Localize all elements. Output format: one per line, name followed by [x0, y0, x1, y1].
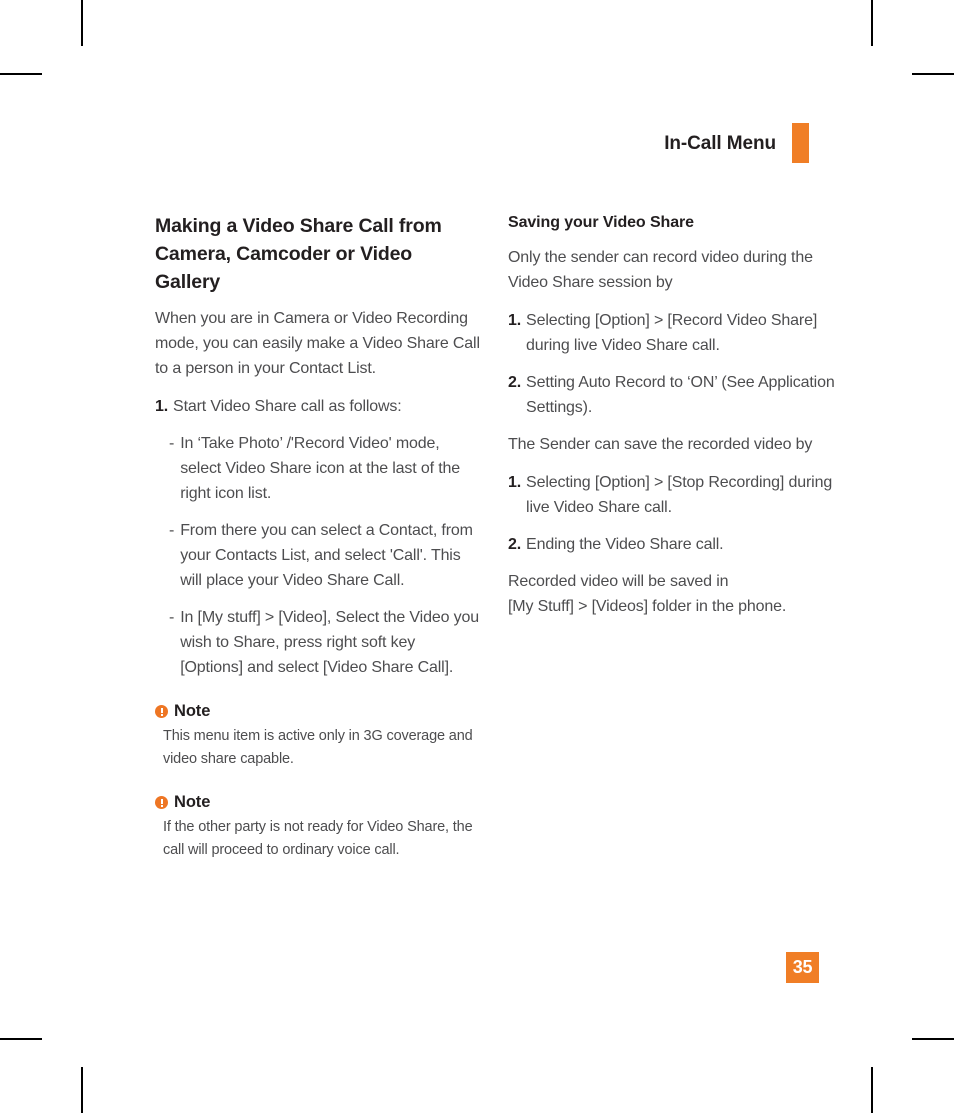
- dash-marker: -: [169, 609, 175, 626]
- step-text: Selecting [Option] > [Record Video Share…: [526, 312, 818, 354]
- dash-marker: -: [169, 522, 175, 539]
- page-number-badge: 35: [786, 952, 819, 983]
- exclamation-circle-icon: [155, 705, 168, 718]
- crop-mark-bottom-left-horizontal: [0, 1038, 42, 1040]
- exclamation-circle-icon: [155, 796, 168, 809]
- closing-paragraph: Recorded video will be saved in [My Stuf…: [508, 569, 835, 619]
- body-columns: Making a Video Share Call from Camera, C…: [155, 212, 835, 862]
- step-text: Selecting [Option] > [Stop Recording] du…: [526, 474, 833, 516]
- left-sub-item-1: - In ‘Take Photo’ /'Record Video' mode, …: [155, 431, 482, 506]
- record-step-1: 1. Selecting [Option] > [Record Video Sh…: [508, 308, 835, 358]
- step-text: Setting Auto Record to ‘ON’ (See Applica…: [526, 374, 835, 416]
- note-title: Note: [174, 793, 211, 811]
- right-column: Saving your Video Share Only the sender …: [508, 212, 835, 862]
- left-column: Making a Video Share Call from Camera, C…: [155, 212, 482, 862]
- crop-mark-top-left-horizontal: [0, 73, 42, 75]
- note-block-2: Note If the other party is not ready for…: [155, 793, 482, 862]
- note-block-1: Note This menu item is active only in 3G…: [155, 702, 482, 771]
- step-text: Start Video Share call as follows:: [173, 398, 402, 415]
- step-marker: 1.: [155, 398, 169, 415]
- step-marker: 1.: [508, 474, 522, 491]
- dash-marker: -: [169, 435, 175, 452]
- closing-line-2: [My Stuff] > [Videos] folder in the phon…: [508, 598, 787, 615]
- note-body: This menu item is active only in 3G cove…: [163, 728, 473, 767]
- closing-line-1: Recorded video will be saved in: [508, 573, 729, 590]
- left-sub-item-2: - From there you can select a Contact, f…: [155, 518, 482, 593]
- save-intro-paragraph: The Sender can save the recorded video b…: [508, 436, 813, 453]
- step-marker: 1.: [508, 312, 522, 329]
- right-section-title: Saving your Video Share: [508, 214, 694, 231]
- save-step-2: 2. Ending the Video Share call.: [508, 532, 835, 557]
- record-step-2: 2. Setting Auto Record to ‘ON’ (See Appl…: [508, 370, 835, 420]
- save-step-1: 1. Selecting [Option] > [Stop Recording]…: [508, 470, 835, 520]
- step-marker: 2.: [508, 536, 522, 553]
- header-accent-bar: [792, 123, 809, 163]
- dash-text: From there you can select a Contact, fro…: [180, 522, 473, 589]
- dash-text: In [My stuff] > [Video], Select the Vide…: [180, 609, 479, 676]
- step-marker: 2.: [508, 374, 522, 391]
- note-title: Note: [174, 702, 211, 720]
- crop-mark-bottom-right-horizontal: [912, 1038, 954, 1040]
- left-sub-item-3: - In [My stuff] > [Video], Select the Vi…: [155, 605, 482, 680]
- note-header: Note: [155, 793, 482, 812]
- note-header: Note: [155, 702, 482, 721]
- running-header: In-Call Menu: [664, 123, 809, 163]
- step-text: Ending the Video Share call.: [526, 536, 724, 553]
- left-intro-paragraph: When you are in Camera or Video Recordin…: [155, 310, 480, 377]
- header-title: In-Call Menu: [664, 133, 776, 154]
- left-step-1: 1. Start Video Share call as follows:: [155, 394, 482, 419]
- dash-text: In ‘Take Photo’ /'Record Video' mode, se…: [180, 435, 460, 502]
- left-section-title: Making a Video Share Call from Camera, C…: [155, 215, 442, 293]
- crop-mark-top-right-horizontal: [912, 73, 954, 75]
- right-intro-paragraph: Only the sender can record video during …: [508, 249, 813, 291]
- note-body: If the other party is not ready for Vide…: [163, 819, 473, 858]
- manual-page: In-Call Menu Making a Video Share Call f…: [81, 0, 873, 1113]
